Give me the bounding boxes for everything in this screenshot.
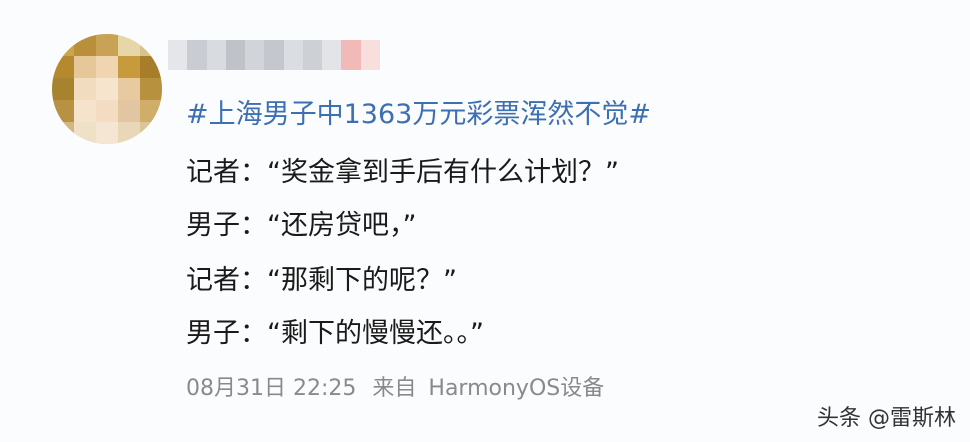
dialogue-line-2: 男子：“还房贷吧，” — [186, 203, 416, 242]
dialogue-line-4: 男子：“剩下的慢慢还。。” — [186, 311, 484, 350]
username-blurred[interactable] — [168, 40, 380, 70]
dialogue-text: “还房贷吧，” — [267, 210, 417, 241]
dialogue-text: “那剩下的呢？” — [267, 265, 457, 296]
watermark: 头条 @雷斯林 — [817, 406, 956, 431]
source-prefix: 来自 — [372, 376, 417, 401]
dialogue-line-3: 记者：“那剩下的呢？” — [186, 258, 457, 297]
speaker-label: 记者： — [186, 157, 267, 188]
dialogue-text: “奖金拿到手后有什么计划？” — [267, 157, 619, 188]
speaker-label: 记者： — [186, 265, 267, 296]
weibo-post-card: #上海男子中1363万元彩票浑然不觉# 记者：“奖金拿到手后有什么计划？” 男子… — [0, 0, 970, 442]
post-meta: 08月31日 22:25 来自 HarmonyOS设备 — [186, 370, 604, 402]
speaker-label: 男子： — [186, 210, 267, 241]
speaker-label: 男子： — [186, 318, 267, 349]
dialogue-line-1: 记者：“奖金拿到手后有什么计划？” — [186, 150, 619, 189]
source-device: HarmonyOS设备 — [428, 376, 605, 401]
dialogue-text: “剩下的慢慢还。。” — [267, 318, 484, 349]
post-timestamp[interactable]: 08月31日 22:25 — [186, 376, 356, 401]
topic-hashtag-link[interactable]: #上海男子中1363万元彩票浑然不觉# — [186, 92, 651, 131]
avatar[interactable] — [52, 34, 162, 144]
